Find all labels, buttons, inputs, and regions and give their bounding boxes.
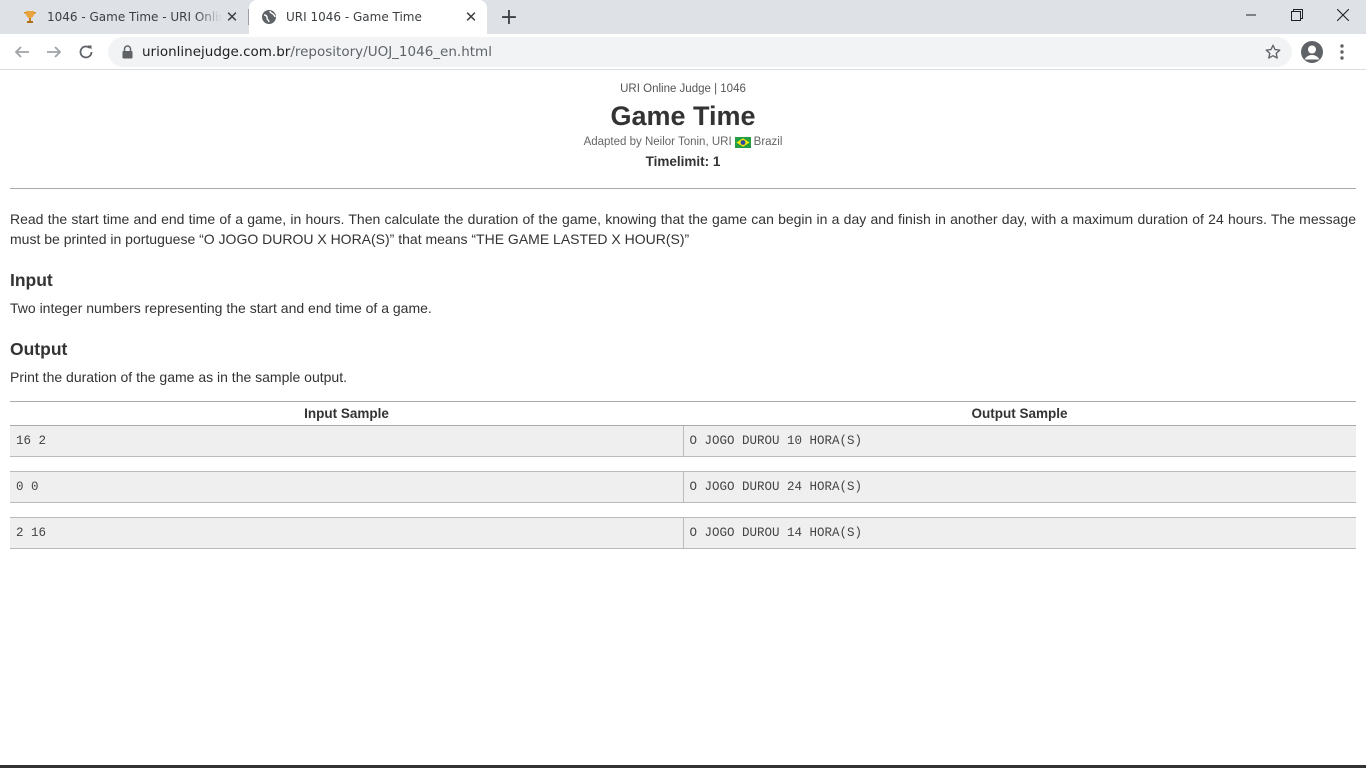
sample-output: O JOGO DUROU 10 HORA(S)	[683, 425, 1356, 457]
profile-avatar-icon[interactable]	[1300, 40, 1324, 64]
url-path: /repository/UOJ_1046_en.html	[290, 44, 492, 60]
restore-icon[interactable]	[1274, 0, 1320, 30]
input-heading: Input	[10, 270, 53, 290]
input-sample-header: Input Sample	[10, 401, 683, 426]
problem-header: URI Online Judge | 1046 Game Time Adapte…	[10, 71, 1356, 189]
brazil-flag-icon	[734, 136, 751, 148]
more-vert-icon[interactable]	[1334, 40, 1350, 64]
trophy-icon	[22, 9, 38, 25]
author-country: Brazil	[753, 136, 783, 148]
window-close-icon[interactable]	[1320, 0, 1366, 30]
input-description: Two integer numbers representing the sta…	[10, 300, 432, 316]
output-sample-header: Output Sample	[683, 401, 1356, 426]
output-description: Print the duration of the game as in the…	[10, 369, 347, 385]
reload-icon[interactable]	[72, 38, 100, 66]
tab-strip: 1046 - Game Time - URI Online Judge ✕ UR…	[0, 0, 1366, 34]
forward-arrow-icon[interactable]	[40, 38, 68, 66]
close-icon[interactable]: ✕	[461, 7, 481, 27]
lock-icon[interactable]	[120, 44, 134, 60]
tab-title: 1046 - Game Time - URI Online Judge	[47, 10, 222, 24]
new-tab-button[interactable]: +	[497, 5, 521, 30]
bookmark-star-icon[interactable]	[1264, 43, 1282, 61]
samples-table: Input Sample Output Sample 16 2 O JOGO D…	[10, 401, 1356, 549]
sample-spacer	[10, 502, 1356, 518]
sample-row: 0 0 O JOGO DUROU 24 HORA(S)	[10, 471, 1356, 503]
tab-1046-game-time[interactable]: 1046 - Game Time - URI Online Judge ✕	[8, 0, 248, 34]
sample-row: 2 16 O JOGO DUROU 14 HORA(S)	[10, 517, 1356, 549]
sample-input: 0 0	[10, 471, 684, 503]
close-icon[interactable]: ✕	[222, 7, 242, 27]
url-host: urionlinejudge.com.br	[142, 44, 291, 60]
problem-page: URI Online Judge | 1046 Game Time Adapte…	[10, 71, 1356, 768]
timelimit: Timelimit: 1	[645, 154, 721, 169]
author-name: Adapted by Neilor Tonin, URI	[583, 136, 732, 148]
address-bar[interactable]: urionlinejudge.com.br/repository/UOJ_104…	[108, 37, 1292, 67]
tab-uri-1046-game-time[interactable]: URI 1046 - Game Time ✕	[249, 0, 487, 34]
url-text: urionlinejudge.com.br/repository/UOJ_104…	[142, 44, 492, 60]
sample-row: 16 2 O JOGO DUROU 10 HORA(S)	[10, 425, 1356, 457]
problem-description: Read the start time and end time of a ga…	[10, 211, 1356, 247]
judge-line: URI Online Judge | 1046	[620, 83, 746, 95]
tab-title: URI 1046 - Game Time	[286, 10, 422, 24]
sample-output: O JOGO DUROU 14 HORA(S)	[683, 517, 1356, 549]
browser-toolbar: urionlinejudge.com.br/repository/UOJ_104…	[0, 34, 1366, 70]
globe-icon	[261, 9, 277, 25]
author-line: Adapted by Neilor Tonin, URI Brazil	[10, 135, 1356, 149]
minimize-icon[interactable]	[1228, 0, 1274, 30]
back-arrow-icon[interactable]	[8, 38, 36, 66]
output-heading: Output	[10, 339, 68, 359]
sample-output: O JOGO DUROU 24 HORA(S)	[683, 471, 1356, 503]
sample-input: 2 16	[10, 517, 684, 549]
problem-title: Game Time	[610, 101, 756, 131]
sample-spacer	[10, 456, 1356, 472]
sample-input: 16 2	[10, 425, 684, 457]
